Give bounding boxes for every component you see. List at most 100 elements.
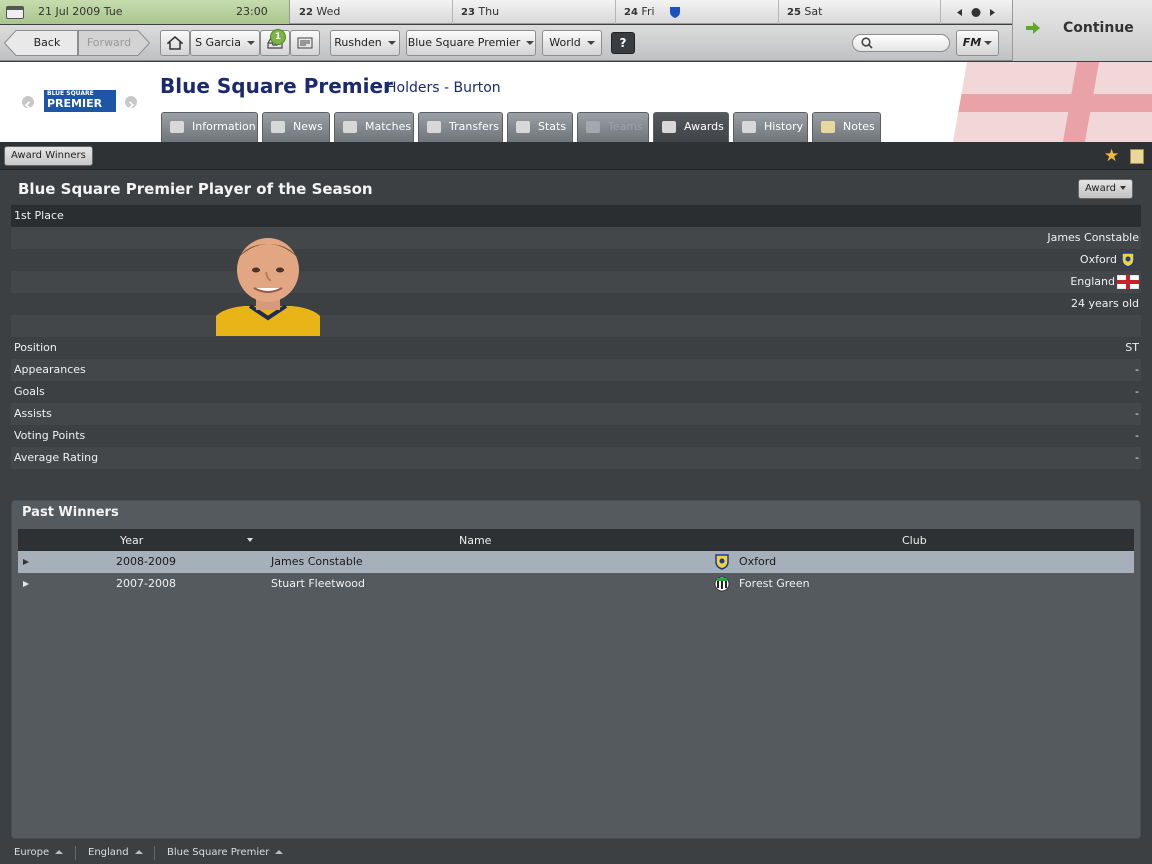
tab-information[interactable]: Information bbox=[161, 112, 258, 142]
stat-label: Average Rating bbox=[14, 451, 99, 464]
shield-icon bbox=[343, 121, 357, 133]
club-crest-icon bbox=[714, 576, 730, 592]
fm-menu-button[interactable]: FM bbox=[956, 30, 999, 56]
tab-label: Awards bbox=[684, 120, 724, 133]
calendar-day-cell[interactable]: 25 Sat bbox=[779, 0, 941, 24]
tab-news[interactable]: News bbox=[262, 112, 330, 142]
page-title: Blue Square Premier bbox=[160, 74, 393, 98]
calendar-scroll-controls[interactable] bbox=[954, 7, 1000, 18]
tab-history[interactable]: History bbox=[733, 112, 808, 142]
competition-dropdown[interactable]: Blue Square Premier bbox=[406, 30, 536, 56]
player-age: 24 years old bbox=[1070, 297, 1139, 310]
shield-icon bbox=[586, 121, 600, 133]
forward-button[interactable]: Forward bbox=[80, 30, 138, 56]
club-crest-icon bbox=[1121, 252, 1135, 268]
manager-dropdown[interactable]: S Garcia bbox=[190, 30, 260, 56]
day-name: Thu bbox=[478, 5, 500, 18]
day-name: Sat bbox=[804, 5, 823, 18]
calendar-day-cell[interactable]: 23 Thu bbox=[453, 0, 616, 24]
star-icon[interactable]: ★ bbox=[1104, 147, 1119, 165]
calendar-day-cell[interactable]: 24 Fri bbox=[616, 0, 779, 24]
chevron-right-icon[interactable] bbox=[990, 9, 995, 16]
cell-name[interactable]: James Constable bbox=[271, 551, 363, 573]
chevron-up-icon bbox=[275, 850, 284, 854]
breadcrumb-item[interactable]: Europe bbox=[14, 842, 64, 864]
breadcrumb-item[interactable]: Blue Square Premier bbox=[167, 842, 284, 864]
next-competition-button[interactable] bbox=[125, 96, 137, 109]
cell-name[interactable]: Stuart Fleetwood bbox=[271, 573, 365, 595]
add-note-icon[interactable] bbox=[1130, 149, 1144, 164]
breadcrumb-label: Blue Square Premier bbox=[167, 847, 270, 858]
player-club-link[interactable]: Oxford bbox=[1080, 249, 1117, 271]
calendar-today[interactable]: 21 Jul 2009 Tue 23:00 bbox=[0, 0, 290, 24]
help-button[interactable]: ? bbox=[611, 32, 635, 54]
row-expand-icon[interactable] bbox=[23, 581, 29, 587]
stat-label: Voting Points bbox=[14, 429, 86, 442]
trophy-icon bbox=[662, 121, 676, 133]
breadcrumb-label: England bbox=[88, 847, 129, 858]
breadcrumb-item[interactable]: England bbox=[88, 842, 143, 864]
player-name-link[interactable]: James Constable bbox=[1047, 227, 1139, 249]
tab-label: Information bbox=[192, 120, 256, 133]
player-nation-link[interactable]: England bbox=[1070, 271, 1115, 293]
world-label: World bbox=[549, 36, 581, 49]
stat-label: Assists bbox=[14, 407, 52, 420]
chevron-down-icon bbox=[586, 41, 595, 45]
calendar-icon[interactable] bbox=[6, 6, 24, 19]
home-button[interactable] bbox=[160, 30, 190, 56]
search-input[interactable] bbox=[852, 34, 950, 52]
cell-year: 2007-2008 bbox=[116, 577, 176, 590]
tab-matches[interactable]: Matches bbox=[334, 112, 414, 142]
world-dropdown[interactable]: World bbox=[542, 30, 602, 56]
flag-background-cross-h bbox=[958, 94, 1152, 112]
day-number: 25 bbox=[787, 7, 801, 18]
england-flag-icon bbox=[1117, 275, 1139, 289]
table-header bbox=[18, 529, 1134, 551]
tab-label: Transfers bbox=[449, 120, 499, 133]
tab-awards[interactable]: Awards bbox=[653, 112, 729, 142]
calendar-today-dot-icon[interactable] bbox=[971, 8, 981, 17]
cell-club[interactable]: Oxford bbox=[739, 551, 776, 573]
news-icon bbox=[271, 121, 285, 133]
newspaper-icon bbox=[297, 37, 313, 49]
calendar-bar: 21 Jul 2009 Tue 23:00 22 Wed 23 Thu 24 F… bbox=[0, 0, 1012, 24]
continue-label: Continue bbox=[1063, 20, 1134, 36]
table-row[interactable]: 2008-2009 James Constable Oxford bbox=[18, 551, 1134, 573]
column-header-club[interactable]: Club bbox=[902, 529, 927, 551]
spacer-row bbox=[11, 315, 1141, 337]
award-dropdown[interactable]: Award bbox=[1078, 179, 1133, 199]
tab-notes[interactable]: Notes bbox=[812, 112, 881, 142]
fm-menu-label: FM bbox=[962, 36, 982, 49]
stat-row: Appearances - bbox=[11, 359, 1141, 381]
transfer-icon bbox=[427, 121, 441, 133]
column-header-year[interactable]: Year bbox=[120, 529, 143, 551]
stat-row: Voting Points - bbox=[11, 425, 1141, 447]
tab-label: Teams bbox=[608, 120, 643, 133]
cell-year: 2008-2009 bbox=[116, 555, 176, 568]
calendar-day-cell[interactable]: 22 Wed bbox=[291, 0, 453, 24]
row-expand-icon[interactable] bbox=[23, 559, 29, 565]
day-name: Wed bbox=[316, 5, 341, 18]
previous-competition-button[interactable] bbox=[22, 96, 34, 109]
stats-icon bbox=[516, 121, 530, 133]
back-button[interactable]: Back bbox=[20, 30, 74, 56]
chevron-up-icon bbox=[134, 850, 143, 854]
award-dropdown-label: Award bbox=[1084, 183, 1117, 194]
section-label[interactable]: Award Winners bbox=[4, 146, 93, 166]
tab-stats[interactable]: Stats bbox=[507, 112, 573, 142]
tab-transfers[interactable]: Transfers bbox=[418, 112, 503, 142]
news-button[interactable] bbox=[290, 30, 320, 56]
chevron-left-icon[interactable] bbox=[957, 9, 962, 16]
home-icon bbox=[165, 36, 185, 50]
table-row[interactable]: 2007-2008 Stuart Fleetwood Forest Green bbox=[18, 573, 1134, 595]
sort-descending-icon bbox=[247, 538, 253, 542]
chevron-down-icon bbox=[246, 41, 255, 45]
column-header-name[interactable]: Name bbox=[459, 529, 491, 551]
award-title: Blue Square Premier Player of the Season bbox=[18, 180, 373, 198]
tab-label: Matches bbox=[365, 120, 412, 133]
player-club-row: Oxford bbox=[11, 249, 1141, 271]
inbox-badge: 1 bbox=[270, 29, 286, 45]
club-dropdown[interactable]: Rushden bbox=[330, 30, 400, 56]
stat-label: Appearances bbox=[14, 363, 86, 376]
cell-club[interactable]: Forest Green bbox=[739, 573, 810, 595]
